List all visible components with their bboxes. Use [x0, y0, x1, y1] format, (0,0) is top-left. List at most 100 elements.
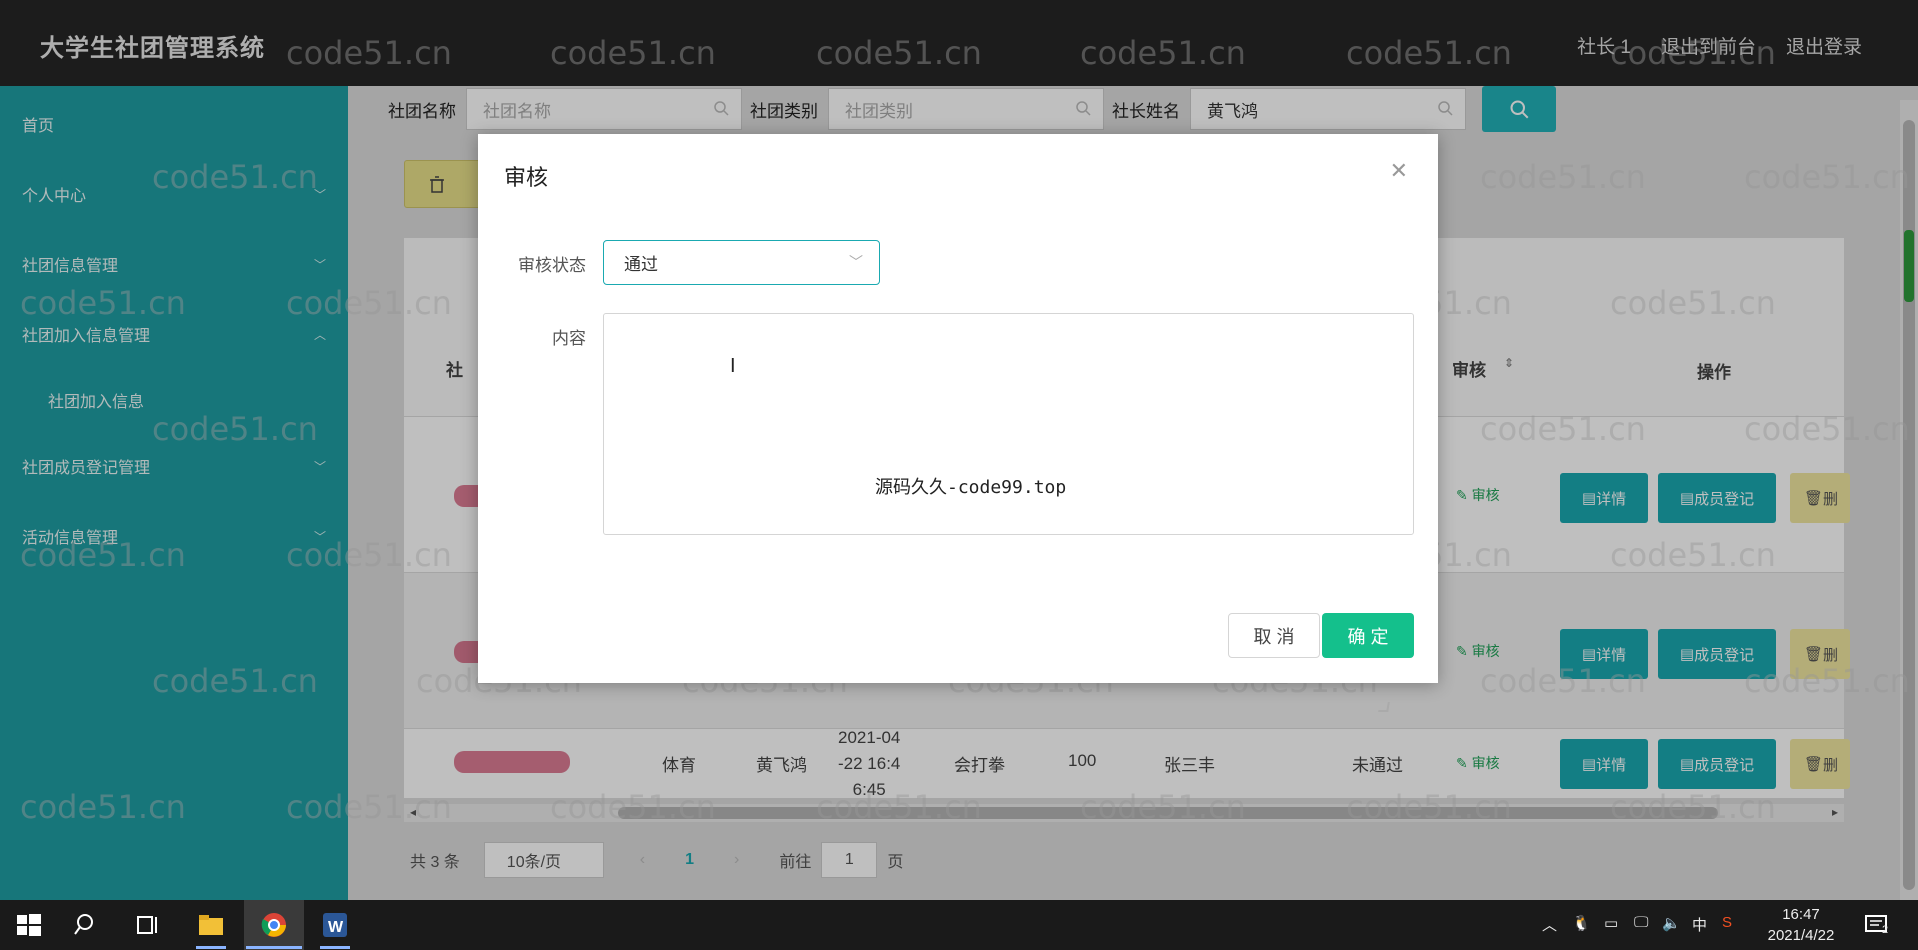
sort-icon[interactable]: ⇕: [1504, 356, 1514, 370]
cell-leader: 黄飞鸿: [756, 756, 807, 775]
task-view-icon[interactable]: [132, 910, 162, 940]
sidebar-item-profile[interactable]: 个人中心 ﹀: [22, 182, 326, 206]
audit-status-select[interactable]: 通过 ﹀: [603, 240, 880, 285]
page-number-current[interactable]: 1: [685, 851, 694, 869]
detail-button-label: 详情: [1596, 756, 1627, 774]
cell-score: 100: [1068, 751, 1097, 770]
sidebar-subitem-club-join-info[interactable]: 社团加入信息: [48, 388, 144, 412]
batch-delete-button[interactable]: [404, 160, 482, 208]
table-row: 体育 黄飞鸿 2021-04 -22 16:4 6:45 会打拳 100 张三丰…: [404, 728, 1850, 799]
word-icon[interactable]: W: [320, 910, 350, 940]
audit-link-label: 审核: [1471, 643, 1500, 659]
club-category-input[interactable]: 社团类别: [828, 88, 1104, 130]
tray-network-icon[interactable]: 🖵: [1634, 914, 1648, 931]
horizontal-scroll-thumb[interactable]: [618, 807, 1718, 819]
tray-battery-icon[interactable]: ▭: [1604, 914, 1618, 932]
dialog-title: 审核: [504, 165, 549, 190]
cell-date-line: 6:45: [852, 780, 886, 799]
chevron-down-icon: ﹀: [313, 187, 326, 202]
search-label-club-name: 社团名称: [388, 101, 456, 121]
sidebar-item-activity-info[interactable]: 活动信息管理 ﹀: [22, 524, 326, 548]
scroll-left-arrow-icon[interactable]: ◂: [410, 805, 416, 819]
clock-date: 2021/4/22: [1767, 927, 1835, 944]
member-register-button-label: 成员登记: [1694, 490, 1755, 508]
tray-qq-icon[interactable]: 🐧: [1572, 914, 1591, 932]
tray-app-icon[interactable]: S: [1722, 914, 1732, 931]
sidebar-item-club-info[interactable]: 社团信息管理 ﹀: [22, 252, 326, 276]
member-register-button[interactable]: ▤ 成员登记: [1658, 629, 1776, 679]
search-icon: [1510, 100, 1529, 119]
detail-button-label: 详情: [1596, 490, 1627, 508]
sidebar-item-label: 个人中心: [22, 188, 87, 205]
club-category-placeholder: 社团类别: [845, 101, 913, 121]
detail-button[interactable]: ▤ 详情: [1560, 629, 1648, 679]
content-text: 源码久久-code99.top: [875, 477, 1067, 498]
content-textarea[interactable]: [603, 313, 1414, 712]
taskbar-clock[interactable]: 16:47 2021/4/22: [1758, 904, 1844, 946]
club-name-input[interactable]: 社团名称: [466, 88, 742, 130]
sidebar-item-home[interactable]: 首页: [22, 112, 326, 136]
audit-link-label: 审核: [1471, 755, 1500, 771]
resize-handle-icon[interactable]: [1378, 702, 1390, 712]
tray-ime-label[interactable]: 中: [1692, 914, 1707, 935]
user-link[interactable]: 社长 1: [1577, 32, 1631, 59]
delete-button[interactable]: 🗑 删: [1790, 473, 1850, 523]
chrome-icon[interactable]: [259, 910, 289, 940]
cell-status: 未通过: [1352, 756, 1403, 775]
detail-button[interactable]: ▤ 详情: [1560, 473, 1648, 523]
exit-to-frontend-link[interactable]: 退出到前台: [1661, 32, 1756, 59]
audit-link[interactable]: ✎ 审核: [1456, 641, 1500, 661]
leader-name-value: 黄飞鸿: [1207, 101, 1258, 121]
search-icon: [714, 101, 729, 116]
horizontal-scrollbar[interactable]: ◂ ▸: [404, 804, 1844, 822]
sidebar-item-label: 社团信息管理: [22, 258, 119, 275]
member-register-button[interactable]: ▤ 成员登记: [1658, 739, 1776, 789]
member-register-button[interactable]: ▤ 成员登记: [1658, 473, 1776, 523]
sidebar-item-club-join[interactable]: 社团加入信息管理 ︿: [22, 322, 326, 346]
goto-page-input[interactable]: 1: [821, 842, 878, 878]
prev-page-icon[interactable]: ‹: [640, 851, 645, 869]
delete-button-label: 删: [1823, 646, 1839, 664]
app-running-indicator: [196, 946, 226, 949]
trash-icon: [430, 176, 444, 193]
text-cursor-icon: I: [730, 355, 736, 377]
close-icon[interactable]: ✕: [1390, 158, 1408, 184]
windows-start-icon[interactable]: [14, 910, 44, 940]
cell-category: 体育: [662, 756, 696, 775]
next-page-icon[interactable]: ›: [734, 851, 739, 869]
detail-button[interactable]: ▤ 详情: [1560, 739, 1648, 789]
scroll-grip-icon[interactable]: [1904, 230, 1914, 302]
app-active-indicator: [246, 946, 302, 949]
audit-link[interactable]: ✎ 审核: [1456, 485, 1500, 505]
sidebar-item-label: 社团成员登记管理: [22, 460, 151, 477]
confirm-button[interactable]: 确 定: [1322, 613, 1414, 658]
vertical-scrollbar[interactable]: [1900, 100, 1918, 900]
pagination: 共 3 条 10条/页 ‹ 1 › 前往 1 页: [410, 842, 903, 878]
file-explorer-icon[interactable]: [196, 910, 226, 940]
sidebar-item-member-registration[interactable]: 社团成员登记管理 ﹀: [22, 454, 326, 478]
search-icon: [1076, 101, 1091, 116]
page-size-select[interactable]: 10条/页: [483, 842, 604, 878]
delete-button[interactable]: 🗑 删: [1790, 629, 1850, 679]
column-header-audit[interactable]: 审核: [1452, 356, 1486, 381]
search-icon: [1438, 101, 1453, 116]
cell-date-line: 2021-04: [838, 728, 901, 747]
logout-link[interactable]: 退出登录: [1786, 32, 1862, 59]
member-register-button-label: 成员登记: [1694, 756, 1755, 774]
tray-chevron-up-icon[interactable]: ︿: [1542, 914, 1557, 935]
scroll-right-arrow-icon[interactable]: ▸: [1832, 805, 1838, 819]
delete-button-label: 删: [1823, 756, 1839, 774]
search-icon[interactable]: [72, 910, 102, 940]
audit-status-value: 通过: [624, 255, 658, 274]
member-register-button-label: 成员登记: [1694, 646, 1755, 664]
chevron-down-icon: ﹀: [313, 459, 326, 474]
audit-link-label: 审核: [1471, 487, 1500, 503]
tray-volume-icon[interactable]: 🔈: [1662, 914, 1681, 932]
delete-button[interactable]: 🗑 删: [1790, 739, 1850, 789]
clock-time: 16:47: [1782, 906, 1820, 923]
audit-link[interactable]: ✎ 审核: [1456, 753, 1500, 773]
search-button[interactable]: [1482, 86, 1556, 132]
leader-name-input[interactable]: 黄飞鸿: [1190, 88, 1466, 130]
cancel-button[interactable]: 取 消: [1228, 613, 1320, 658]
goto-label: 前往: [779, 854, 812, 871]
